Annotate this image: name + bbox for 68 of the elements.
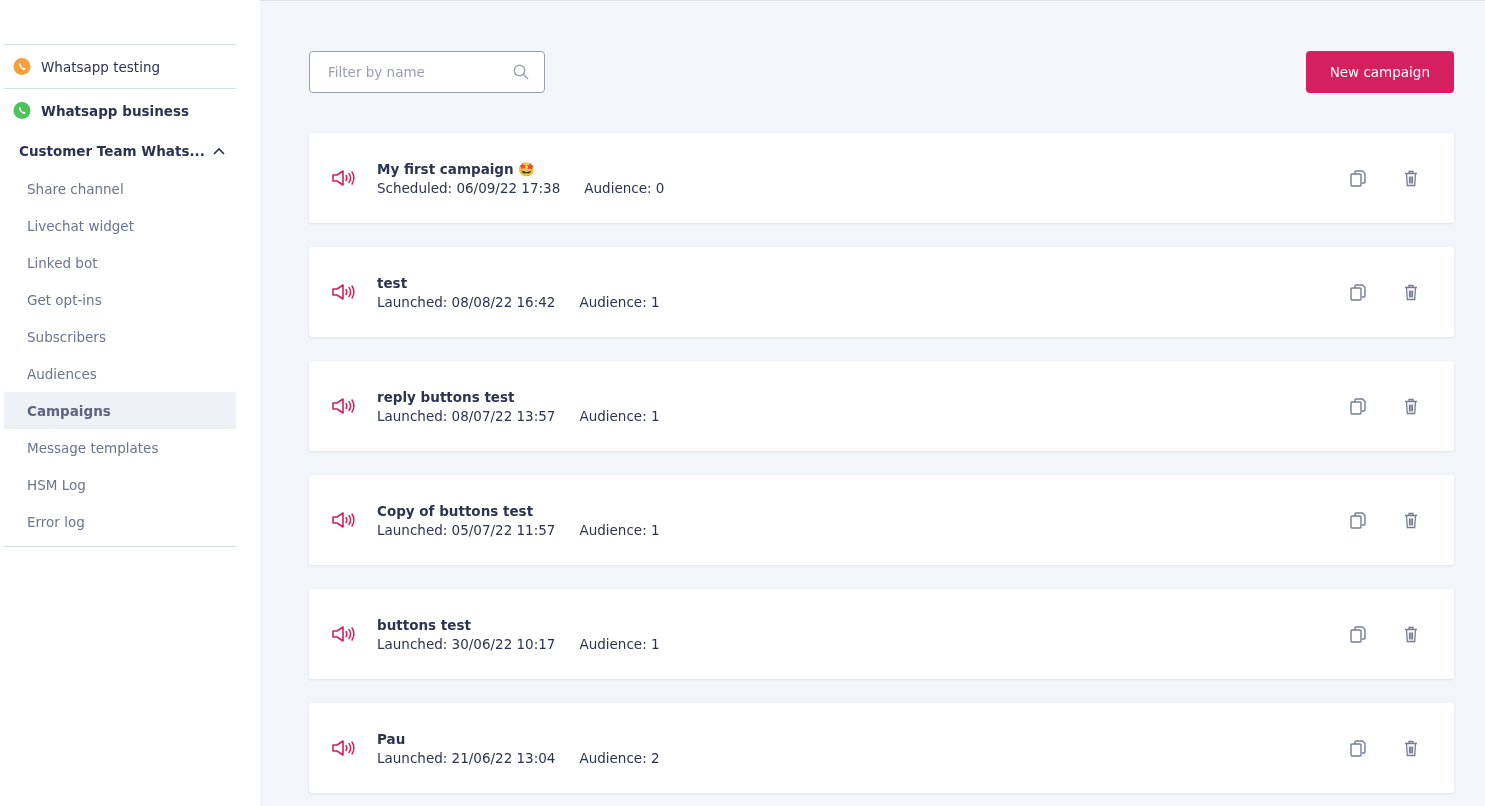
trash-icon [1404,397,1418,415]
channel-item[interactable]: Whatsapp testing [4,45,236,88]
copy-icon [1350,397,1366,415]
trash-icon [1404,283,1418,301]
duplicate-button[interactable] [1350,625,1366,643]
megaphone-icon [331,625,355,643]
campaign-status: Launched: 05/07/22 11:57 [377,521,556,538]
duplicate-button[interactable] [1350,283,1366,301]
campaign-audience: Audience: 0 [584,179,665,196]
nav-item[interactable]: Audiences [4,355,236,392]
campaign-status: Launched: 21/06/22 13:04 [377,749,556,766]
nav-item[interactable]: Linked bot [4,244,236,281]
search-field[interactable]: Filter by name [309,51,545,93]
campaign-audience: Audience: 1 [579,521,660,538]
campaign-title: Pau [377,730,407,747]
duplicate-button[interactable] [1350,169,1366,187]
campaign-title: Copy of buttons test [377,502,535,519]
megaphone-icon [331,511,355,529]
delete-button[interactable] [1404,169,1418,187]
nav-item[interactable]: Subscribers [4,318,236,355]
megaphone-icon [331,397,355,415]
megaphone-icon [331,739,355,757]
duplicate-button[interactable] [1350,511,1366,529]
nav-item[interactable]: Campaigns [4,392,236,429]
delete-button[interactable] [1404,739,1418,757]
nav-item[interactable]: HSM Log [4,466,236,503]
channel-item[interactable]: Whatsapp business [4,89,236,132]
campaign-title: test [377,274,409,291]
delete-button[interactable] [1404,511,1418,529]
copy-icon [1350,169,1366,187]
channel-label: Whatsapp testing [41,58,160,75]
delete-button[interactable] [1404,397,1418,415]
nav-item[interactable]: Get opt-ins [4,281,236,318]
nav-item[interactable]: Share channel [4,170,236,207]
trash-icon [1404,511,1418,529]
delete-button[interactable] [1404,625,1418,643]
nav-item[interactable]: Message templates [4,429,236,466]
campaign-status: Launched: 30/06/22 10:17 [377,635,556,652]
duplicate-button[interactable] [1350,739,1366,757]
copy-icon [1350,511,1366,529]
copy-icon [1350,625,1366,643]
new-campaign-button[interactable]: New campaign [1305,51,1454,93]
trash-icon [1404,625,1418,643]
channel-label: Whatsapp business [41,102,189,119]
nav-item[interactable]: Error log [4,503,236,540]
trash-icon [1404,739,1418,757]
campaign-status: Launched: 08/08/22 16:42 [377,293,556,310]
campaign-audience: Audience: 1 [579,635,660,652]
campaign-audience: Audience: 2 [579,749,660,766]
trash-icon [1404,169,1418,187]
duplicate-button[interactable] [1350,397,1366,415]
campaign-title: reply buttons test [377,388,516,405]
campaign-audience: Audience: 1 [579,407,660,424]
search-icon [513,64,529,80]
campaign-title: buttons test [377,616,472,633]
delete-button[interactable] [1404,283,1418,301]
campaign-title: My first campaign 🤩 [377,160,537,177]
group-label: Customer Team Whats... [19,143,205,159]
channel-group[interactable]: Customer Team Whats... [4,132,236,170]
campaign-status: Scheduled: 06/09/22 17:38 [377,179,561,196]
megaphone-icon [331,169,355,187]
copy-icon [1350,739,1366,757]
megaphone-icon [331,283,355,301]
chevron-icon [212,147,225,155]
copy-icon [1350,283,1366,301]
nav-item[interactable]: Livechat widget [4,207,236,244]
campaign-audience: Audience: 1 [579,293,660,310]
campaign-status: Launched: 08/07/22 13:57 [377,407,556,424]
